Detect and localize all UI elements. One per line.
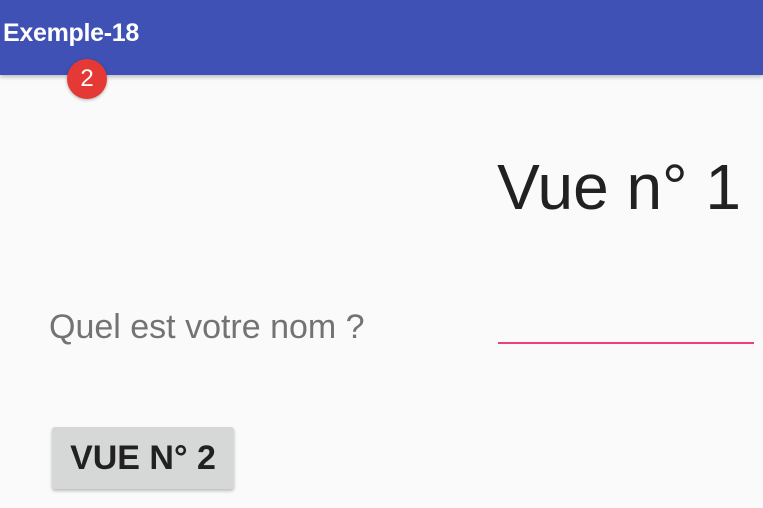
view2-button[interactable]: VUE N° 2: [52, 427, 234, 489]
name-label: Quel est votre nom ?: [49, 308, 365, 346]
notification-badge: 2: [67, 59, 107, 99]
view-title: Vue n° 1: [497, 151, 741, 223]
app-screen: Exemple-18 2 Vue n° 1 Quel est votre nom…: [0, 0, 763, 508]
name-input[interactable]: [498, 300, 754, 344]
app-title: Exemple-18: [3, 19, 139, 47]
app-toolbar: Exemple-18: [0, 0, 763, 75]
